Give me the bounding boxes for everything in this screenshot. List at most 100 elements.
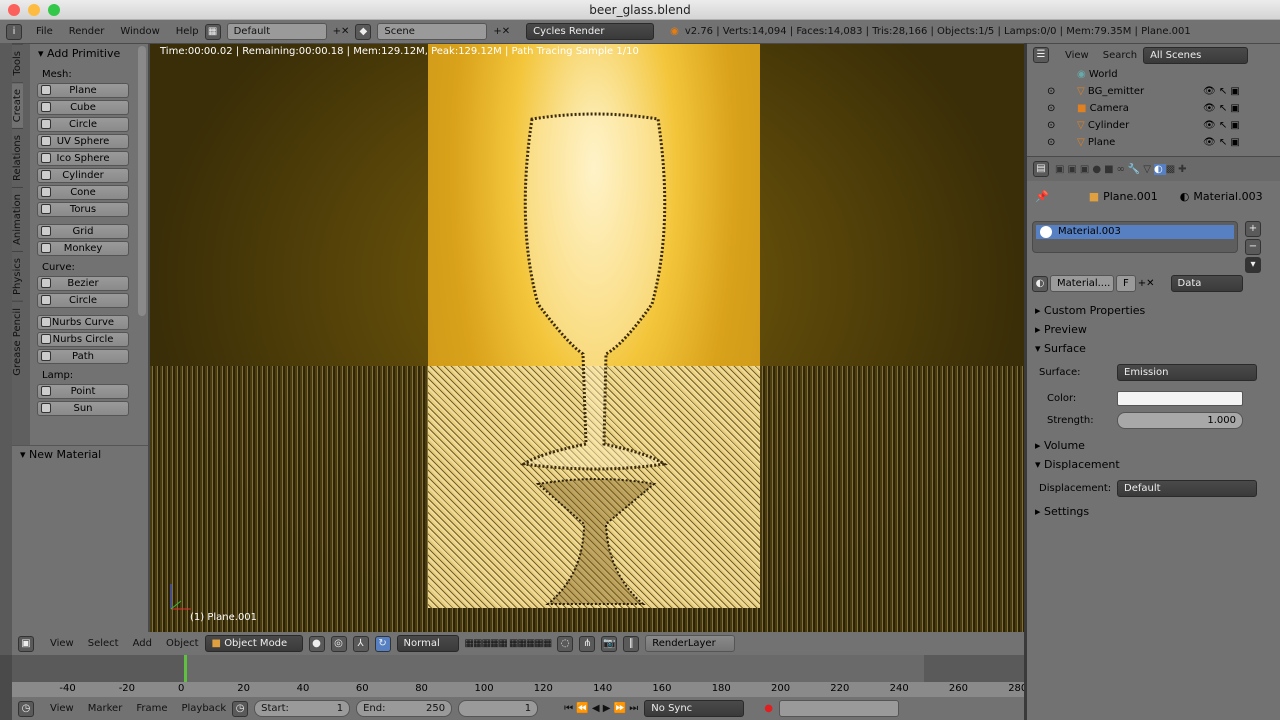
menu-select[interactable]: Select <box>88 638 119 649</box>
panel-displacement[interactable]: ▾ Displacement <box>1027 455 1280 474</box>
visibility-icons[interactable]: 👁 ↖ ▣ <box>1203 117 1240 134</box>
pin-icon[interactable]: 📌 <box>1035 190 1049 203</box>
rotate-manipulator-icon[interactable]: ↻ <box>374 635 391 652</box>
outliner-filter-select[interactable]: All Scenes <box>1143 46 1249 64</box>
zoom-button[interactable] <box>48 4 60 16</box>
scene-select[interactable]: Scene <box>377 23 488 40</box>
surface-shader-select[interactable]: Emission <box>1117 363 1257 381</box>
material-slot-item[interactable]: Material.003 <box>1036 225 1234 239</box>
render-layer-field[interactable]: RenderLayer <box>645 635 736 652</box>
add-ico-sphere-button[interactable]: Ico Sphere <box>37 151 129 166</box>
panel-settings[interactable]: ▸ Settings <box>1027 502 1280 521</box>
playback-controls[interactable]: ⏮ ⏪ ◀ ▶ ⏩ ⏭ <box>564 703 638 714</box>
add-torus-button[interactable]: Torus <box>37 202 129 217</box>
screen-layout-icon[interactable]: ▦ <box>204 23 221 40</box>
close-button[interactable] <box>8 4 20 16</box>
outliner-item[interactable]: ◉ World <box>1027 66 1280 83</box>
end-frame-field[interactable]: End: 250 <box>356 700 453 717</box>
outliner-item[interactable]: ⊙ ▽ Cylinder 👁 ↖ ▣ <box>1027 117 1280 134</box>
3d-view-editor-icon[interactable]: ▣ <box>18 635 34 652</box>
start-frame-field[interactable]: Start: 1 <box>254 700 351 717</box>
add-circle-button[interactable]: Circle <box>37 293 129 308</box>
sync-select[interactable]: No Sync <box>644 700 745 717</box>
tab-create[interactable]: Create <box>12 81 23 128</box>
menu-view[interactable]: View <box>50 638 74 649</box>
menu-render[interactable]: Render <box>69 26 105 37</box>
menu-help[interactable]: Help <box>176 26 199 37</box>
add-point-button[interactable]: Point <box>37 384 129 399</box>
add-cone-button[interactable]: Cone <box>37 185 129 200</box>
material-name-field[interactable]: Material.... <box>1050 275 1114 292</box>
add-nurbs-circle-button[interactable]: Nurbs Circle <box>37 332 129 347</box>
menu-add[interactable]: Add <box>133 638 152 649</box>
add-nurbs-curve-button[interactable]: Nurbs Curve <box>37 315 129 330</box>
tab-relations[interactable]: Relations <box>12 127 23 187</box>
screen-select[interactable]: Default <box>226 23 327 40</box>
tab-physics[interactable]: Physics <box>12 250 23 301</box>
visibility-icons[interactable]: 👁 ↖ ▣ <box>1203 83 1240 100</box>
panel-custom-properties[interactable]: ▸ Custom Properties <box>1027 301 1280 320</box>
timeline-menu-playback[interactable]: Playback <box>181 703 226 714</box>
add-cylinder-button[interactable]: Cylinder <box>37 168 129 183</box>
outliner-editor-icon[interactable]: ☰ <box>1033 47 1049 63</box>
current-frame-field[interactable]: 1 <box>458 700 539 717</box>
context-tabs[interactable]: ▣▣▣●■∞🔧▽◐▩✚ <box>1055 163 1190 175</box>
pause-icon[interactable]: ∥ <box>623 635 640 652</box>
outliner-menu-view[interactable]: View <box>1065 50 1089 61</box>
scene-icon[interactable]: ◆ <box>355 23 372 40</box>
current-frame-marker[interactable] <box>184 655 187 682</box>
manipulator-icon[interactable]: ⅄ <box>352 635 369 652</box>
slot-specials-button[interactable]: ▾ <box>1245 257 1261 273</box>
add-bezier-button[interactable]: Bezier <box>37 276 129 291</box>
outliner-item[interactable]: ⊙ ▽ BG_emitter 👁 ↖ ▣ <box>1027 83 1280 100</box>
fake-user-button[interactable]: F <box>1116 275 1136 292</box>
add-scene-icon[interactable]: +✕ <box>493 26 510 37</box>
expand-icon[interactable]: ⊙ <box>1047 134 1055 151</box>
panel-surface[interactable]: ▾ Surface <box>1027 339 1280 358</box>
snap-icon[interactable]: ⋔ <box>579 635 596 652</box>
menu-object[interactable]: Object <box>166 638 199 649</box>
info-editor-icon[interactable]: i <box>6 23 22 40</box>
expand-icon[interactable]: ⊙ <box>1047 83 1055 100</box>
displacement-select[interactable]: Default <box>1117 479 1257 497</box>
new-material-icon[interactable]: +✕ <box>1138 278 1155 289</box>
add-monkey-button[interactable]: Monkey <box>37 241 129 256</box>
add-screen-icon[interactable]: +✕ <box>333 26 350 37</box>
visibility-icons[interactable]: 👁 ↖ ▣ <box>1203 134 1240 151</box>
menu-window[interactable]: Window <box>120 26 159 37</box>
panel-preview[interactable]: ▸ Preview <box>1027 320 1280 339</box>
preview-range-icon[interactable]: ◷ <box>232 700 249 717</box>
add-grid-button[interactable]: Grid <box>37 224 129 239</box>
keying-set-field[interactable] <box>779 700 900 717</box>
link-select[interactable]: Data <box>1170 275 1243 292</box>
timeline-editor-icon[interactable]: ◷ <box>18 700 34 717</box>
visibility-icons[interactable]: 👁 ↖ ▣ <box>1203 100 1240 117</box>
record-icon[interactable]: ● <box>764 703 773 714</box>
timeline-menu-view[interactable]: View <box>50 703 74 714</box>
expand-icon[interactable]: ⊙ <box>1047 100 1055 117</box>
pivot-icon[interactable]: ◎ <box>330 635 347 652</box>
render-engine-select[interactable]: Cycles Render <box>526 23 655 40</box>
expand-icon[interactable]: ⊙ <box>1047 117 1055 134</box>
add-slot-button[interactable]: + <box>1245 221 1261 237</box>
color-swatch[interactable] <box>1117 390 1243 406</box>
tab-grease-pencil[interactable]: Grease Pencil <box>12 300 23 382</box>
add-circle-button[interactable]: Circle <box>37 117 129 132</box>
timeline[interactable]: -40 -20 0 20 40 60 80 100 120 140 160 180 200 220 240 2… <box>12 655 1027 697</box>
menu-file[interactable]: File <box>36 26 53 37</box>
viewport-shading-icon[interactable]: ● <box>308 635 325 652</box>
outliner-item[interactable]: ⊙ ▽ Plane 👁 ↖ ▣ <box>1027 134 1280 151</box>
panel-volume[interactable]: ▸ Volume <box>1027 436 1280 455</box>
proportional-edit-icon[interactable]: ◌ <box>557 635 574 652</box>
mode-select[interactable]: ■ Object Mode <box>204 635 303 652</box>
add-primitive-panel-header[interactable]: ▾ Add Primitive <box>30 44 148 63</box>
orientation-select[interactable]: Normal <box>396 635 459 652</box>
3d-viewport[interactable]: Time:00:00.02 | Remaining:00:00.18 | Mem… <box>150 44 1024 632</box>
add-path-button[interactable]: Path <box>37 349 129 364</box>
timeline-menu-frame[interactable]: Frame <box>136 703 167 714</box>
remove-slot-button[interactable]: − <box>1245 239 1261 255</box>
add-plane-button[interactable]: Plane <box>37 83 129 98</box>
add-sun-button[interactable]: Sun <box>37 401 129 416</box>
browse-material-icon[interactable]: ◐ <box>1032 275 1048 292</box>
minimize-button[interactable] <box>28 4 40 16</box>
